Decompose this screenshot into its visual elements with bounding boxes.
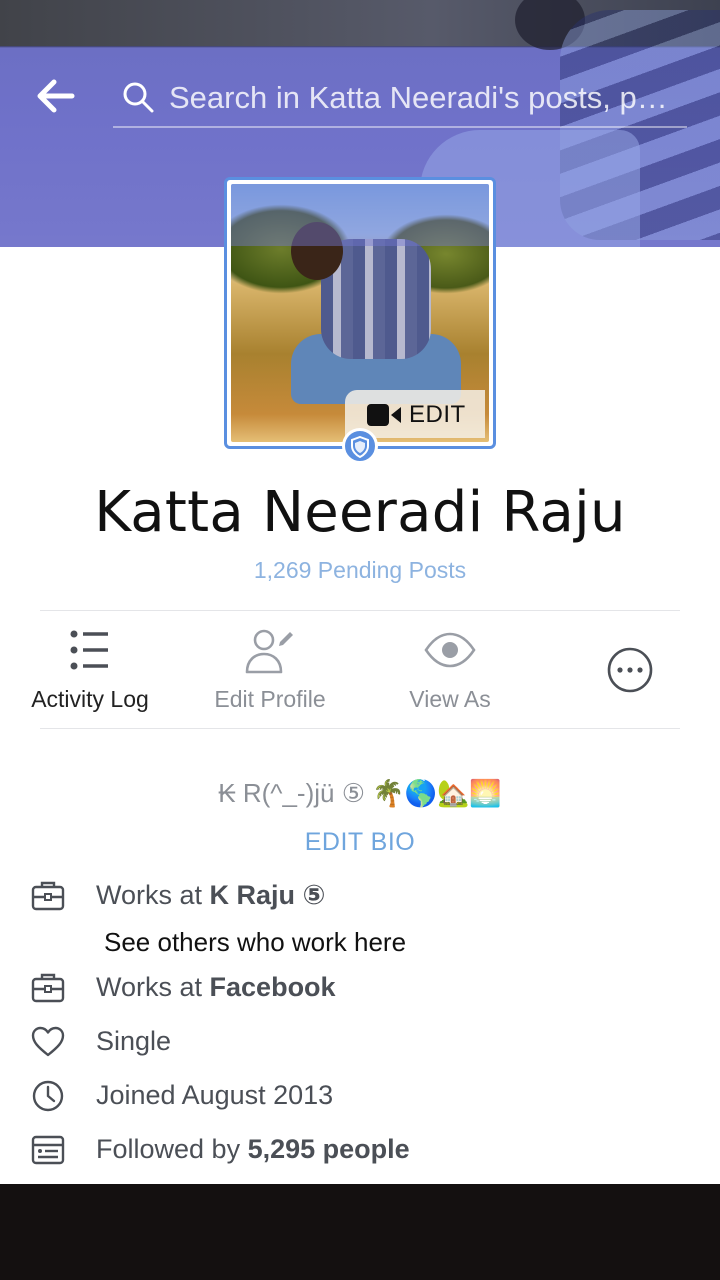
shield-icon [351, 436, 369, 458]
heart-icon [31, 1026, 65, 1057]
bottom-bar [0, 1184, 720, 1280]
see-others-link[interactable]: See others who work here [104, 927, 406, 958]
activity-log-label: Activity Log [31, 686, 149, 712]
work-prefix: Works at [96, 880, 210, 910]
relationship-text: Single [96, 1026, 172, 1056]
video-camera-icon [367, 404, 401, 426]
briefcase-icon [31, 881, 65, 911]
more-options-button[interactable] [540, 620, 720, 720]
avatar-edit-label: EDIT [409, 401, 466, 428]
arrow-left-icon [37, 79, 75, 113]
followers-row[interactable]: Followed by 5,295 people [0, 1128, 720, 1172]
edit-profile-button[interactable]: Edit Profile [180, 620, 360, 720]
profile-guard-badge[interactable] [342, 428, 378, 464]
work-row-facebook[interactable]: Works at Facebook [0, 966, 720, 1010]
work-text: Works at K Raju ⑤ [96, 880, 325, 911]
profile-picture[interactable]: EDIT [224, 177, 496, 449]
divider [40, 728, 680, 729]
profile-photo: EDIT [231, 184, 489, 442]
followers-count[interactable]: 5,295 people [248, 1134, 410, 1164]
activity-log-button[interactable]: Activity Log [0, 620, 180, 720]
profile-name: Katta Neeradi Raju [94, 480, 626, 545]
divider [40, 610, 680, 611]
briefcase-icon [31, 973, 65, 1003]
bio-text: ₭ R(^_-)jü ⑤ 🌴🌎🏡🌅 [218, 778, 502, 808]
back-button[interactable] [34, 76, 78, 116]
photo-cover-overlap [231, 184, 489, 246]
pending-posts-link[interactable]: 1,269 Pending Posts [0, 557, 720, 584]
eye-icon [424, 632, 476, 668]
work-company[interactable]: Facebook [210, 972, 336, 1002]
work-text: Works at Facebook [96, 972, 336, 1003]
work-prefix: Works at [96, 972, 210, 1002]
search-input[interactable]: Search in Katta Neeradi's posts, p… [169, 80, 679, 116]
relationship-row: Single [0, 1020, 720, 1064]
followers-card-icon [31, 1135, 65, 1165]
list-icon [70, 630, 108, 670]
clock-icon [32, 1080, 64, 1112]
joined-row: Joined August 2013 [0, 1074, 720, 1118]
work-company[interactable]: K Raju ⑤ [210, 880, 326, 910]
work-row-k-raju[interactable]: Works at K Raju ⑤ [0, 874, 720, 918]
edit-profile-icon [245, 629, 293, 674]
followers-prefix: Followed by [96, 1134, 248, 1164]
more-icon [607, 647, 653, 693]
search-icon [123, 82, 154, 113]
joined-text: Joined August 2013 [96, 1080, 334, 1110]
search-bar[interactable]: Search in Katta Neeradi's posts, p… [113, 70, 687, 128]
edit-bio-button[interactable]: EDIT BIO [0, 828, 720, 857]
view-as-button[interactable]: View As [360, 620, 540, 720]
edit-profile-label: Edit Profile [214, 686, 326, 712]
view-as-label: View As [409, 686, 491, 712]
followers-text: Followed by 5,295 people [96, 1134, 410, 1165]
